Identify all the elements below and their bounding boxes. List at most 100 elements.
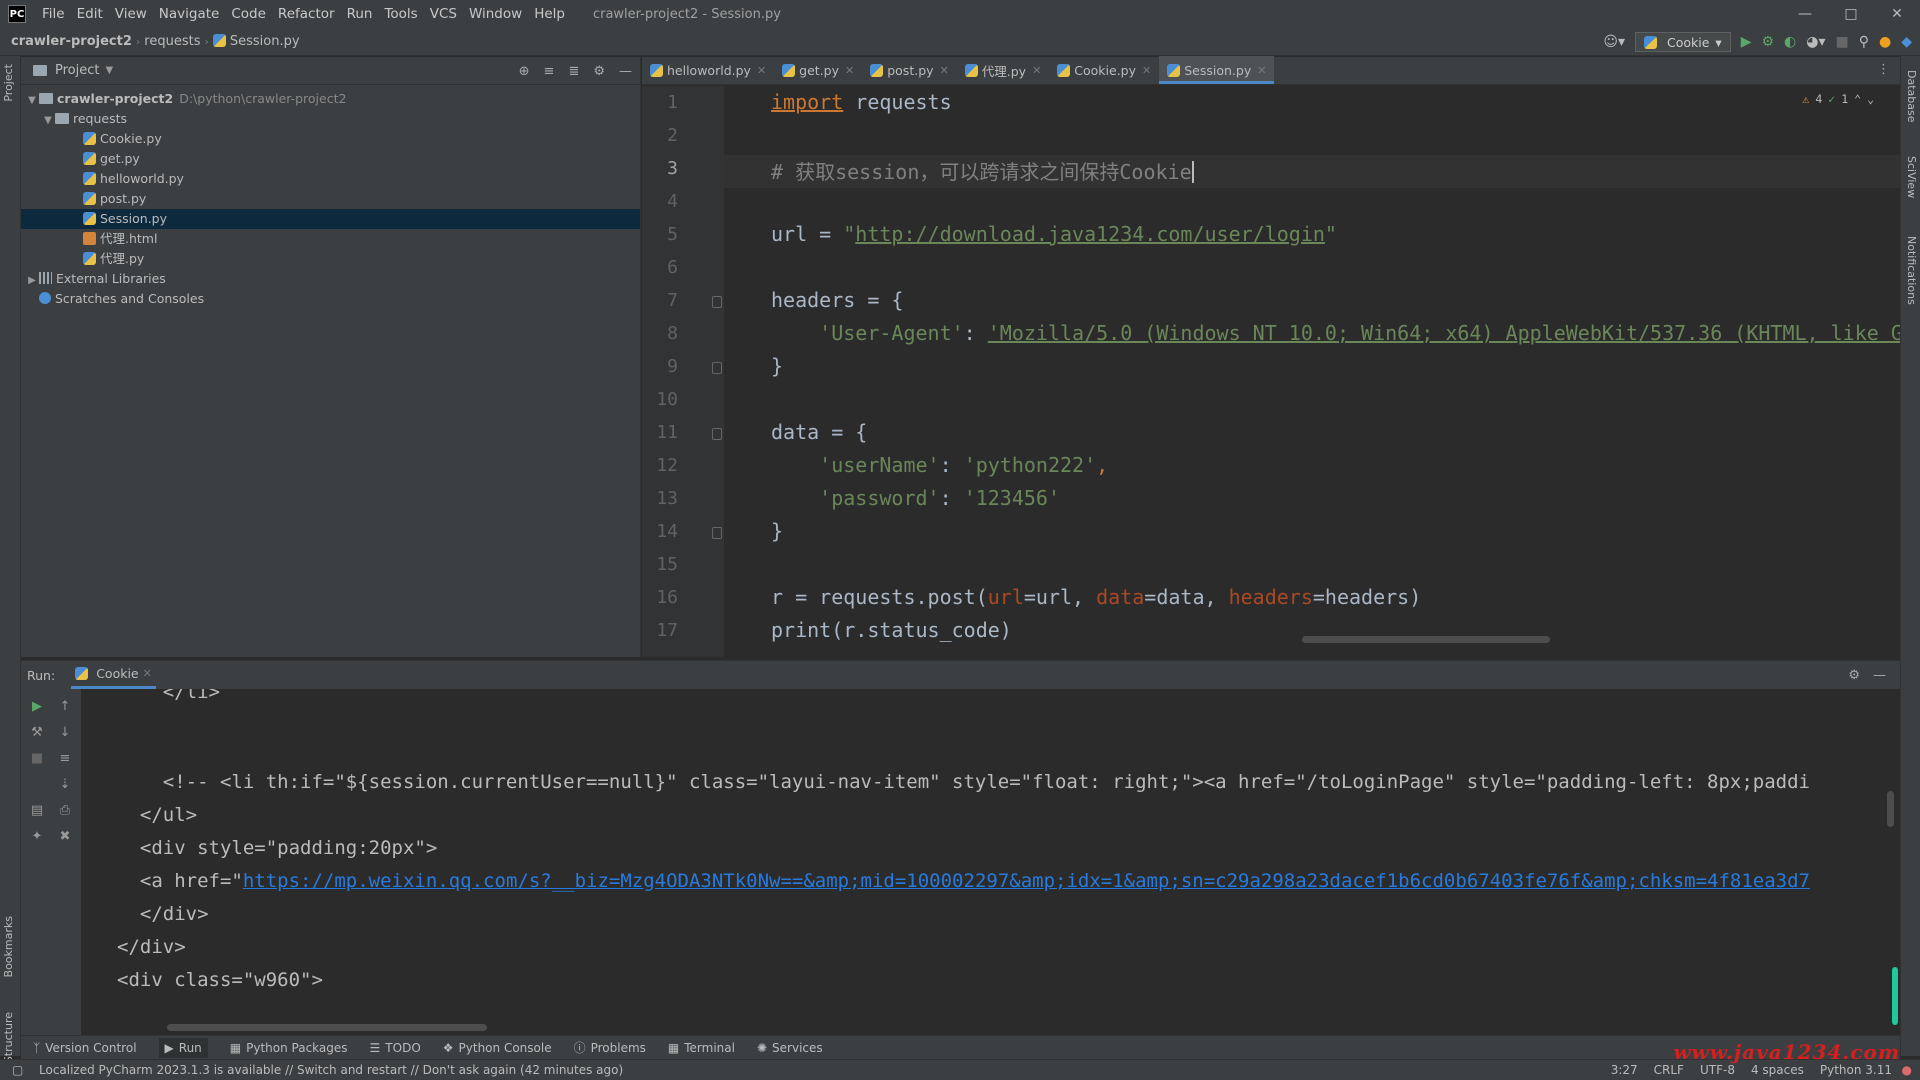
console-output[interactable]: </li> <!-- <li th:if="${session.currentU… — [81, 689, 1900, 1035]
close-icon[interactable]: ✕ — [757, 64, 766, 77]
gear-icon[interactable]: ⚙ — [593, 64, 605, 79]
tree-folder-requests[interactable]: ▼ requests — [21, 109, 640, 129]
chevron-down-icon[interactable]: ▼ — [105, 65, 113, 76]
run-icon[interactable]: ▶ — [1741, 34, 1752, 50]
tree-file[interactable]: get.py — [21, 149, 640, 169]
tab-helloworld[interactable]: helloworld.py ✕ — [642, 56, 774, 84]
tree-scratches[interactable]: Scratches and Consoles — [21, 289, 640, 309]
close-icon[interactable]: ✕ — [1257, 64, 1266, 77]
chevron-up-icon[interactable]: ⌃ — [1854, 92, 1861, 106]
menu-file[interactable]: File — [36, 0, 71, 28]
breadcrumb-folder[interactable]: requests — [140, 34, 204, 49]
profile-icon[interactable]: ◕▾ — [1806, 34, 1825, 50]
tab-session[interactable]: Session.py ✕ — [1159, 56, 1275, 84]
tool-window-python-console[interactable]: ❖ Python Console — [443, 1041, 552, 1055]
project-view-select[interactable]: Project — [55, 63, 99, 78]
tool-tab-bookmarks[interactable]: Bookmarks — [2, 916, 15, 977]
console-scroll-thumb[interactable] — [1892, 967, 1898, 1025]
menu-help[interactable]: Help — [528, 0, 571, 28]
caret-position[interactable]: 3:27 — [1611, 1063, 1638, 1077]
collapse-all-icon[interactable]: ≣ — [568, 64, 579, 79]
coverage-icon[interactable]: ◐ — [1784, 34, 1796, 50]
wrench-icon[interactable]: ⚒ — [25, 721, 49, 743]
close-icon[interactable]: ✕ — [845, 64, 854, 77]
editor-horizontal-scrollbar[interactable] — [1302, 636, 1550, 643]
update-icon[interactable]: ● — [1879, 34, 1891, 50]
tool-window-services[interactable]: ✺ Services — [757, 1041, 823, 1055]
python-interpreter[interactable]: Python 3.11 — [1820, 1063, 1892, 1077]
user-icon[interactable]: ☺▾ — [1603, 34, 1625, 50]
run-configuration-select[interactable]: Cookie ▾ — [1634, 32, 1731, 52]
jetbrains-icon[interactable]: ◆ — [1901, 34, 1912, 50]
fold-marker-icon[interactable] — [712, 296, 722, 308]
pin-icon[interactable]: ✦ — [25, 825, 49, 847]
fold-marker-icon[interactable] — [712, 428, 722, 440]
tree-root[interactable]: ▼ crawler-project2 D:\python\crawler-proje… — [21, 89, 640, 109]
line-separator[interactable]: CRLF — [1654, 1063, 1684, 1077]
tool-window-python-packages[interactable]: ▦ Python Packages — [230, 1041, 348, 1055]
tree-file[interactable]: 代理.html — [21, 229, 640, 249]
menu-edit[interactable]: Edit — [71, 0, 109, 28]
tab-post[interactable]: post.py ✕ — [862, 56, 957, 84]
trash-icon[interactable]: ✖ — [53, 825, 77, 847]
stop-icon[interactable]: ■ — [25, 747, 49, 769]
locate-icon[interactable]: ⊕ — [519, 64, 530, 79]
search-icon[interactable]: ⚲ — [1859, 34, 1869, 50]
tool-window-terminal[interactable]: ▦ Terminal — [668, 1041, 735, 1055]
stop-icon[interactable]: ■ — [1836, 34, 1849, 50]
more-tabs-icon[interactable]: ⋮ — [1867, 56, 1900, 84]
expand-all-icon[interactable]: ≡ — [544, 64, 555, 79]
layout-icon[interactable]: ▤ — [25, 799, 49, 821]
chevron-down-icon[interactable]: ⌄ — [1867, 92, 1874, 106]
tool-tab-structure[interactable]: Structure — [2, 1012, 15, 1063]
status-message[interactable]: Localized PyCharm 2023.1.3 is available … — [39, 1063, 623, 1077]
menu-navigate[interactable]: Navigate — [153, 0, 226, 28]
tab-proxy[interactable]: 代理.py ✕ — [957, 56, 1050, 84]
close-icon[interactable]: ✕ — [143, 667, 152, 680]
console-link[interactable]: https://mp.weixin.qq.com/s?__biz=Mzg4ODA… — [243, 870, 1810, 892]
file-encoding[interactable]: UTF-8 — [1700, 1063, 1735, 1077]
scroll-up-icon[interactable]: ↑ — [53, 695, 77, 717]
gear-icon[interactable]: ⚙ — [1848, 668, 1860, 683]
inspection-widget[interactable]: ⚠ 4 ✓ 1 ⌃ ⌄ — [1802, 92, 1874, 106]
print-icon[interactable]: ⎙ — [53, 799, 77, 821]
tab-cookie[interactable]: Cookie.py ✕ — [1049, 56, 1159, 84]
tree-file[interactable]: post.py — [21, 189, 640, 209]
chevron-down-icon[interactable]: ▼ — [25, 91, 39, 111]
tool-tab-notifications[interactable]: Notifications — [1905, 236, 1918, 305]
soft-wrap-icon[interactable]: ≡ — [53, 747, 77, 769]
tree-file[interactable]: helloworld.py — [21, 169, 640, 189]
scroll-down-icon[interactable]: ↓ — [53, 721, 77, 743]
code-url-link[interactable]: http://download.java1234.com/user/login — [855, 222, 1325, 246]
menu-run[interactable]: Run — [341, 0, 379, 28]
breadcrumb-project[interactable]: crawler-project2 — [0, 34, 136, 49]
status-widget-icon[interactable]: ▢ — [12, 1063, 23, 1077]
chevron-right-icon[interactable]: ▶ — [25, 271, 39, 291]
tool-tab-database[interactable]: Database — [1905, 70, 1918, 123]
menu-window[interactable]: Window — [463, 0, 528, 28]
tool-tab-sciview[interactable]: SciView — [1905, 156, 1918, 198]
menu-view[interactable]: View — [109, 0, 153, 28]
tool-window-problems[interactable]: ⓘ Problems — [574, 1039, 646, 1056]
rerun-icon[interactable]: ▶ — [25, 695, 49, 717]
tree-file[interactable]: Cookie.py — [21, 129, 640, 149]
tree-file[interactable]: 代理.py — [21, 249, 640, 269]
hide-icon[interactable]: — — [619, 64, 632, 79]
tree-external-libraries[interactable]: ▶ External Libraries — [21, 269, 640, 289]
close-icon[interactable]: ✕ — [940, 64, 949, 77]
console-horizontal-scrollbar[interactable] — [167, 1024, 487, 1031]
scroll-to-end-icon[interactable]: ⇣ — [53, 773, 77, 795]
tool-window-todo[interactable]: ☰ TODO — [370, 1041, 421, 1055]
debug-icon[interactable]: ⚙ — [1761, 34, 1774, 50]
maximize-icon[interactable]: □ — [1828, 0, 1874, 28]
breadcrumb-file[interactable]: Session.py — [209, 34, 304, 49]
close-icon[interactable]: ✕ — [1874, 0, 1920, 28]
minimize-icon[interactable]: — — [1782, 0, 1828, 28]
tool-window-run[interactable]: ▶ Run — [158, 1037, 208, 1058]
fold-marker-icon[interactable] — [712, 527, 722, 539]
tab-get[interactable]: get.py ✕ — [774, 56, 862, 84]
menu-vcs[interactable]: VCS — [424, 0, 463, 28]
indent-setting[interactable]: 4 spaces — [1751, 1063, 1804, 1077]
chevron-down-icon[interactable]: ▼ — [41, 111, 55, 131]
close-icon[interactable]: ✕ — [1142, 64, 1151, 77]
